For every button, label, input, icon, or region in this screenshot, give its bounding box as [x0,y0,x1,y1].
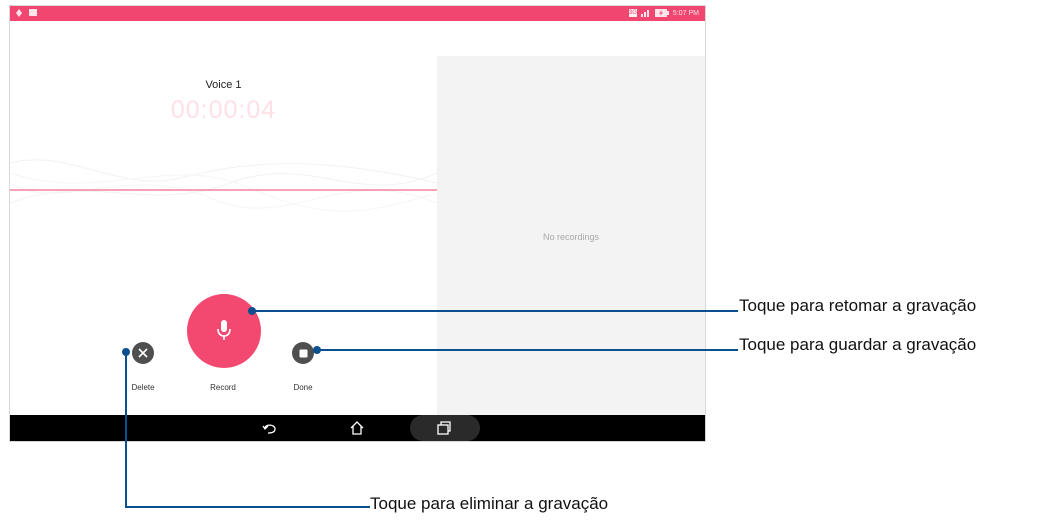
status-time: 5:07 PM [672,9,699,17]
callout-line-record [252,310,738,312]
done-button[interactable] [292,342,314,364]
navigation-bar [10,415,705,441]
delete-button[interactable] [132,342,154,364]
delete-label: Delete [131,383,155,392]
back-icon[interactable] [262,421,278,435]
signal-icon [640,10,649,17]
done-label: Done [293,383,313,392]
record-label: Record [210,383,236,392]
status-bar: 3G 5:07 PM [10,6,705,21]
sim-badge: 3G [628,9,637,17]
recording-title: Voice 1 [205,79,242,91]
empty-recordings-text: No recordings [542,232,600,242]
callout-line-delete-vertical [125,352,127,508]
tablet-screen: 3G 5:07 PM Voice 1 00:00:04 Delete Recor… [9,5,706,442]
close-icon [138,348,148,358]
home-icon[interactable] [349,421,365,435]
callout-line-delete-horizontal [125,506,370,508]
callout-line-done [317,349,738,351]
record-button[interactable] [187,294,261,368]
message-icon [29,9,37,16]
stop-icon [299,349,307,357]
notification-icon [16,9,22,17]
callout-delete-text: Toque para eliminar a gravação [370,494,609,513]
battery-icon [654,9,669,17]
callout-resume-text: Toque para retomar a gravação [739,296,977,315]
recording-timer: 00:00:04 [170,96,277,124]
recent-apps-icon[interactable] [436,421,452,435]
recordings-list: No recordings [437,56,705,415]
mic-icon [217,320,231,340]
callout-save-text: Toque para guardar a gravação [739,335,977,354]
waveform [10,159,437,212]
